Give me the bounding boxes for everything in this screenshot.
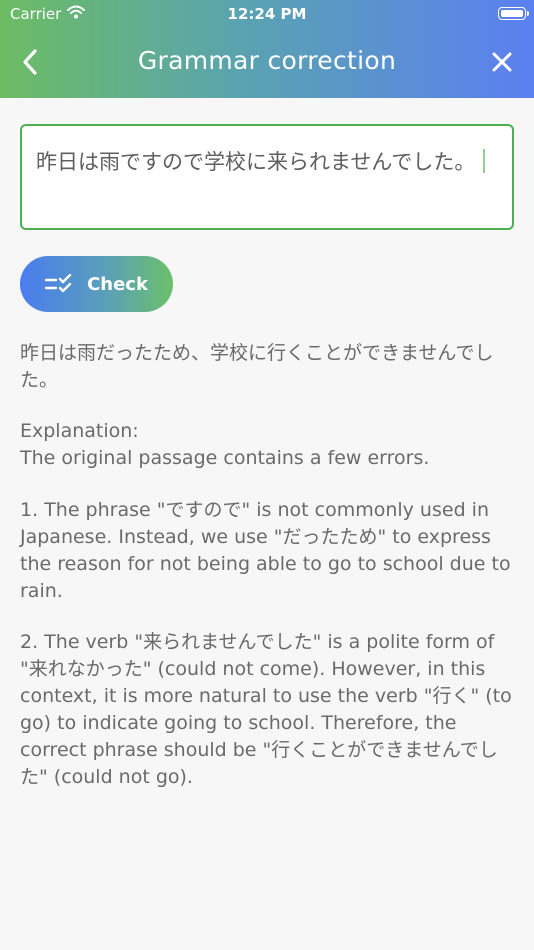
close-button[interactable] (484, 44, 520, 80)
status-bar: Carrier 12:24 PM (0, 0, 534, 28)
battery-icon (498, 7, 529, 20)
result-panel: 昨日は雨だったため、学校に行くことができませんでした。 Explanation:… (20, 340, 514, 815)
corrected-sentence: 昨日は雨だったため、学校に行くことができませんでした。 (20, 342, 494, 391)
check-button-label: Check (87, 273, 148, 295)
explanation-point-2: 2. The verb "来られませんでした" is a polite form… (20, 631, 512, 788)
check-button[interactable]: Check (20, 256, 173, 312)
page-title: Grammar correction (137, 46, 397, 75)
text-cursor (483, 149, 486, 173)
close-icon (492, 52, 512, 72)
nav-bar: Grammar correction (0, 36, 534, 88)
check-list-icon (45, 274, 72, 293)
main-content: 昨日は雨ですので学校に来られませんでした。 Check 昨日は雨だったため、学校… (20, 124, 514, 788)
explanation-point-1: 1. The phrase "ですので" is not commonly use… (20, 499, 511, 602)
sentence-input[interactable]: 昨日は雨ですので学校に来られませんでした。 (20, 124, 514, 230)
app-header: Carrier 12:24 PM Grammar correction (0, 0, 534, 98)
status-time: 12:24 PM (227, 5, 307, 23)
sentence-input-text: 昨日は雨ですので学校に来られませんでした。 (36, 150, 476, 174)
explanation-heading: Explanation: (20, 420, 139, 442)
explanation-intro: The original passage contains a few erro… (20, 447, 430, 469)
explanation-block: Explanation: The original passage contai… (20, 418, 514, 472)
